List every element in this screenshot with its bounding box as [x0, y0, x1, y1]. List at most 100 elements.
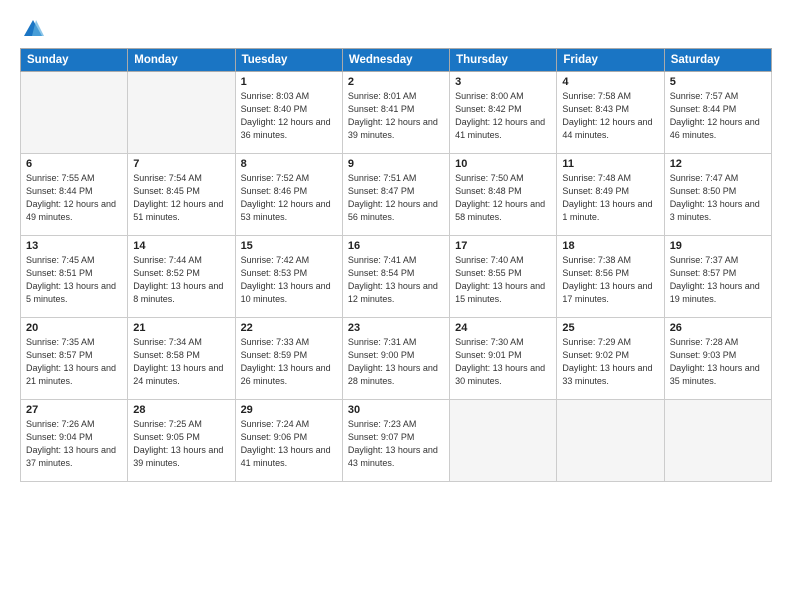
logo	[20, 18, 44, 38]
calendar-cell: 3 Sunrise: 8:00 AMSunset: 8:42 PMDaylight…	[450, 72, 557, 154]
calendar-cell: 30 Sunrise: 7:23 AMSunset: 9:07 PMDayligh…	[342, 400, 449, 482]
day-info: Sunrise: 8:01 AMSunset: 8:41 PMDaylight:…	[348, 90, 444, 142]
calendar-week-4: 20 Sunrise: 7:35 AMSunset: 8:57 PMDayligh…	[21, 318, 772, 400]
day-info: Sunrise: 7:41 AMSunset: 8:54 PMDaylight:…	[348, 254, 444, 306]
day-number: 9	[348, 158, 444, 170]
day-number: 15	[241, 240, 337, 252]
weekday-header-saturday: Saturday	[664, 49, 771, 72]
weekday-header-friday: Friday	[557, 49, 664, 72]
weekday-header-monday: Monday	[128, 49, 235, 72]
day-info: Sunrise: 7:42 AMSunset: 8:53 PMDaylight:…	[241, 254, 337, 306]
day-number: 23	[348, 322, 444, 334]
day-info: Sunrise: 7:38 AMSunset: 8:56 PMDaylight:…	[562, 254, 658, 306]
calendar-cell	[664, 400, 771, 482]
calendar-cell: 25 Sunrise: 7:29 AMSunset: 9:02 PMDayligh…	[557, 318, 664, 400]
day-info: Sunrise: 7:57 AMSunset: 8:44 PMDaylight:…	[670, 90, 766, 142]
day-info: Sunrise: 7:30 AMSunset: 9:01 PMDaylight:…	[455, 336, 551, 388]
day-number: 30	[348, 404, 444, 416]
day-number: 3	[455, 76, 551, 88]
day-info: Sunrise: 7:26 AMSunset: 9:04 PMDaylight:…	[26, 418, 122, 470]
calendar-cell: 29Sunrise: 7:24 AMSunset: 9:06 PMDayligh…	[235, 400, 342, 482]
day-number: 28	[133, 404, 229, 416]
calendar-cell: 20 Sunrise: 7:35 AMSunset: 8:57 PMDayligh…	[21, 318, 128, 400]
calendar-cell: 2 Sunrise: 8:01 AMSunset: 8:41 PMDaylight…	[342, 72, 449, 154]
calendar-cell: 14 Sunrise: 7:44 AMSunset: 8:52 PMDayligh…	[128, 236, 235, 318]
page: SundayMondayTuesdayWednesdayThursdayFrid…	[0, 0, 792, 612]
day-info: Sunrise: 7:58 AMSunset: 8:43 PMDaylight:…	[562, 90, 658, 142]
day-info: Sunrise: 7:55 AMSunset: 8:44 PMDaylight:…	[26, 172, 122, 224]
day-info: Sunrise: 7:44 AMSunset: 8:52 PMDaylight:…	[133, 254, 229, 306]
calendar-cell: 13 Sunrise: 7:45 AMSunset: 8:51 PMDayligh…	[21, 236, 128, 318]
calendar-cell: 24 Sunrise: 7:30 AMSunset: 9:01 PMDayligh…	[450, 318, 557, 400]
calendar-cell: 19 Sunrise: 7:37 AMSunset: 8:57 PMDayligh…	[664, 236, 771, 318]
calendar-week-1: 1 Sunrise: 8:03 AMSunset: 8:40 PMDaylight…	[21, 72, 772, 154]
calendar-cell	[21, 72, 128, 154]
day-number: 12	[670, 158, 766, 170]
day-info: Sunrise: 7:37 AMSunset: 8:57 PMDaylight:…	[670, 254, 766, 306]
calendar-cell: 12 Sunrise: 7:47 AMSunset: 8:50 PMDayligh…	[664, 154, 771, 236]
day-info: Sunrise: 7:51 AMSunset: 8:47 PMDaylight:…	[348, 172, 444, 224]
calendar-cell: 21 Sunrise: 7:34 AMSunset: 8:58 PMDayligh…	[128, 318, 235, 400]
day-number: 22	[241, 322, 337, 334]
day-number: 7	[133, 158, 229, 170]
day-number: 24	[455, 322, 551, 334]
header	[20, 18, 772, 38]
day-info: Sunrise: 8:03 AMSunset: 8:40 PMDaylight:…	[241, 90, 337, 142]
weekday-header-thursday: Thursday	[450, 49, 557, 72]
day-info: Sunrise: 7:34 AMSunset: 8:58 PMDaylight:…	[133, 336, 229, 388]
calendar: SundayMondayTuesdayWednesdayThursdayFrid…	[20, 48, 772, 482]
day-number: 13	[26, 240, 122, 252]
calendar-cell: 11 Sunrise: 7:48 AMSunset: 8:49 PMDayligh…	[557, 154, 664, 236]
day-number: 20	[26, 322, 122, 334]
day-info: Sunrise: 7:29 AMSunset: 9:02 PMDaylight:…	[562, 336, 658, 388]
calendar-cell: 4 Sunrise: 7:58 AMSunset: 8:43 PMDaylight…	[557, 72, 664, 154]
weekday-header-sunday: Sunday	[21, 49, 128, 72]
calendar-cell: 17Sunrise: 7:40 AMSunset: 8:55 PMDayligh…	[450, 236, 557, 318]
day-info: Sunrise: 7:23 AMSunset: 9:07 PMDaylight:…	[348, 418, 444, 470]
day-number: 19	[670, 240, 766, 252]
calendar-cell: 22 Sunrise: 7:33 AMSunset: 8:59 PMDayligh…	[235, 318, 342, 400]
calendar-cell	[128, 72, 235, 154]
day-number: 26	[670, 322, 766, 334]
day-number: 11	[562, 158, 658, 170]
day-info: Sunrise: 8:00 AMSunset: 8:42 PMDaylight:…	[455, 90, 551, 142]
calendar-cell: 6 Sunrise: 7:55 AMSunset: 8:44 PMDaylight…	[21, 154, 128, 236]
logo-icon	[22, 18, 44, 40]
day-number: 2	[348, 76, 444, 88]
day-number: 27	[26, 404, 122, 416]
day-number: 25	[562, 322, 658, 334]
calendar-cell	[557, 400, 664, 482]
calendar-cell: 18 Sunrise: 7:38 AMSunset: 8:56 PMDayligh…	[557, 236, 664, 318]
day-info: Sunrise: 7:31 AMSunset: 9:00 PMDaylight:…	[348, 336, 444, 388]
day-info: Sunrise: 7:35 AMSunset: 8:57 PMDaylight:…	[26, 336, 122, 388]
calendar-week-5: 27 Sunrise: 7:26 AMSunset: 9:04 PMDayligh…	[21, 400, 772, 482]
day-number: 18	[562, 240, 658, 252]
calendar-cell: 9 Sunrise: 7:51 AMSunset: 8:47 PMDaylight…	[342, 154, 449, 236]
day-number: 21	[133, 322, 229, 334]
weekday-header-tuesday: Tuesday	[235, 49, 342, 72]
calendar-cell: 15 Sunrise: 7:42 AMSunset: 8:53 PMDayligh…	[235, 236, 342, 318]
day-number: 14	[133, 240, 229, 252]
calendar-cell: 27 Sunrise: 7:26 AMSunset: 9:04 PMDayligh…	[21, 400, 128, 482]
day-number: 8	[241, 158, 337, 170]
day-info: Sunrise: 7:48 AMSunset: 8:49 PMDaylight:…	[562, 172, 658, 224]
calendar-cell: 23 Sunrise: 7:31 AMSunset: 9:00 PMDayligh…	[342, 318, 449, 400]
calendar-cell: 28 Sunrise: 7:25 AMSunset: 9:05 PMDayligh…	[128, 400, 235, 482]
day-info: Sunrise: 7:54 AMSunset: 8:45 PMDaylight:…	[133, 172, 229, 224]
day-number: 6	[26, 158, 122, 170]
day-info: Sunrise: 7:45 AMSunset: 8:51 PMDaylight:…	[26, 254, 122, 306]
day-info: Sunrise: 7:47 AMSunset: 8:50 PMDaylight:…	[670, 172, 766, 224]
day-info: Sunrise: 7:28 AMSunset: 9:03 PMDaylight:…	[670, 336, 766, 388]
day-number: 4	[562, 76, 658, 88]
day-info: Sunrise: 7:25 AMSunset: 9:05 PMDaylight:…	[133, 418, 229, 470]
day-number: 1	[241, 76, 337, 88]
calendar-cell: 7 Sunrise: 7:54 AMSunset: 8:45 PMDaylight…	[128, 154, 235, 236]
day-number: 10	[455, 158, 551, 170]
weekday-header-wednesday: Wednesday	[342, 49, 449, 72]
day-info: Sunrise: 7:33 AMSunset: 8:59 PMDaylight:…	[241, 336, 337, 388]
day-info: Sunrise: 7:40 AMSunset: 8:55 PMDaylight:…	[455, 254, 551, 306]
calendar-cell	[450, 400, 557, 482]
calendar-week-3: 13 Sunrise: 7:45 AMSunset: 8:51 PMDayligh…	[21, 236, 772, 318]
day-number: 5	[670, 76, 766, 88]
calendar-cell: 8Sunrise: 7:52 AMSunset: 8:46 PMDaylight…	[235, 154, 342, 236]
